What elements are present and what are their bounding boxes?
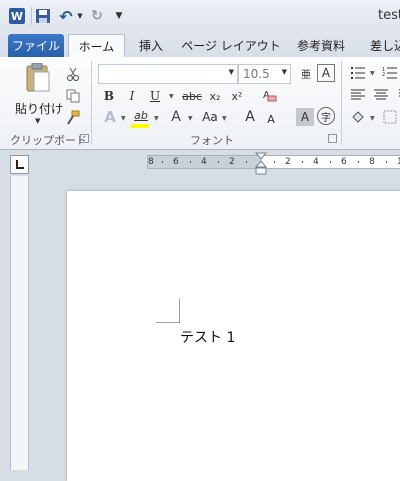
ruler-dot xyxy=(274,161,275,163)
paste-button[interactable]: 貼り付け ▼ xyxy=(10,63,68,125)
italic-button[interactable]: I xyxy=(124,87,140,105)
ruler-tick: 2 xyxy=(285,157,291,167)
left-tab-icon xyxy=(16,160,24,169)
bullets-icon[interactable] xyxy=(349,64,367,82)
ribbon-tabs: ファイル ホーム 挿入 ページ レイアウト 参考資料 差し込 xyxy=(0,30,400,59)
change-case-button[interactable]: Aa xyxy=(200,108,220,126)
format-painter-icon[interactable] xyxy=(64,109,82,127)
phonetic-guide-icon[interactable]: 亜 xyxy=(297,64,315,82)
vertical-ruler xyxy=(10,176,29,470)
underline-button[interactable]: U xyxy=(147,87,163,105)
ruler-tick: 6 xyxy=(173,157,179,167)
document-title: test xyxy=(378,8,400,23)
horizontal-ruler[interactable]: 8 6 4 2 2 4 6 8 1 xyxy=(147,155,400,169)
tab-insert[interactable]: 挿入 xyxy=(132,34,170,58)
clipboard-group-label: クリップボード xyxy=(10,134,87,147)
ribbon-home: 貼り付け ▼ クリップボード ▼ 10.5 ▼ 亜 A B I U ▼ abc … xyxy=(0,57,400,150)
highlight-dropdown-icon[interactable]: ▼ xyxy=(154,115,159,122)
ruler-dot xyxy=(246,161,247,163)
grow-font-button[interactable]: A xyxy=(242,108,258,126)
crop-mark xyxy=(156,322,180,323)
customize-toolbar-icon[interactable]: ▼ xyxy=(113,8,125,24)
toolbar-separator xyxy=(31,7,32,25)
enclose-characters-button[interactable]: 字 xyxy=(317,107,335,125)
ruler-dot xyxy=(358,161,359,163)
font-launcher-icon[interactable] xyxy=(328,134,337,143)
shrink-font-button[interactable]: A xyxy=(264,110,278,128)
tab-mailings[interactable]: 差し込 xyxy=(368,34,400,58)
underline-dropdown-icon[interactable]: ▼ xyxy=(169,93,174,100)
char-border-icon[interactable]: A xyxy=(317,64,335,82)
group-separator xyxy=(341,61,342,145)
tab-file[interactable]: ファイル xyxy=(8,34,64,58)
align-left-icon[interactable] xyxy=(349,86,367,104)
ruler-tick: 8 xyxy=(148,157,154,167)
ruler-dot xyxy=(330,161,331,163)
ruler-dot xyxy=(386,161,387,163)
ruler-tick: 4 xyxy=(313,157,319,167)
font-color-dropdown-icon[interactable]: ▼ xyxy=(188,115,193,122)
document-text[interactable]: テスト 1 xyxy=(180,327,235,347)
bullets-dropdown-icon[interactable]: ▼ xyxy=(370,70,375,77)
numbering-icon[interactable]: 12 xyxy=(381,64,399,82)
tab-references[interactable]: 参考資料 xyxy=(292,34,350,58)
bold-button[interactable]: B xyxy=(101,87,117,105)
indent-marker-icon[interactable] xyxy=(255,152,267,176)
ruler-tick: 4 xyxy=(201,157,207,167)
clipboard-icon xyxy=(26,63,50,92)
paste-dropdown-icon[interactable]: ▼ xyxy=(35,117,40,125)
align-right-icon[interactable] xyxy=(393,86,400,104)
ruler-tick: 6 xyxy=(341,157,347,167)
group-separator xyxy=(91,61,92,145)
tab-selector-button[interactable] xyxy=(10,155,29,174)
superscript-button[interactable]: x² xyxy=(228,87,246,105)
paste-label: 貼り付け xyxy=(14,102,63,116)
ruler-dot xyxy=(218,161,219,163)
subscript-button[interactable]: x₂ xyxy=(206,87,224,105)
copy-icon[interactable] xyxy=(64,87,82,105)
svg-text:2: 2 xyxy=(382,72,385,78)
ruler-dot xyxy=(190,161,191,163)
clipboard-launcher-icon[interactable] xyxy=(80,134,89,143)
highlight-button[interactable]: ab xyxy=(131,106,151,124)
cut-icon[interactable] xyxy=(64,65,82,83)
change-case-dropdown-icon[interactable]: ▼ xyxy=(222,115,227,122)
font-size-value: 10.5 xyxy=(243,67,270,81)
shading-dropdown-icon[interactable]: ▼ xyxy=(370,115,375,122)
text-effects-dropdown-icon[interactable]: ▼ xyxy=(121,115,126,122)
undo-dropdown-icon[interactable]: ▼ xyxy=(76,8,84,24)
crop-mark xyxy=(179,299,180,323)
word-logo-icon[interactable]: W xyxy=(9,8,25,24)
font-color-button[interactable]: A xyxy=(168,108,184,126)
title-bar: W ↶ ▼ ↻ ▼ test xyxy=(0,0,400,30)
strikethrough-button[interactable]: abc xyxy=(180,87,204,105)
ruler-tick: 8 xyxy=(369,157,375,167)
ruler-dot xyxy=(302,161,303,163)
ruler-area: 8 6 4 2 2 4 6 8 1 xyxy=(0,150,400,176)
tab-page-layout[interactable]: ページ レイアウト xyxy=(180,34,282,58)
font-name-combo[interactable]: ▼ xyxy=(98,64,238,84)
tab-home[interactable]: ホーム xyxy=(68,34,125,59)
font-size-combo[interactable]: 10.5 ▼ xyxy=(238,64,291,84)
ruler-tick: 2 xyxy=(229,157,235,167)
chevron-down-icon: ▼ xyxy=(281,68,287,76)
ruler-dot xyxy=(162,161,163,163)
highlight-color-swatch xyxy=(131,124,149,128)
redo-icon[interactable]: ↻ xyxy=(90,8,104,24)
clear-formatting-icon[interactable]: A xyxy=(260,86,278,104)
shading-icon[interactable] xyxy=(349,108,367,126)
char-shading-button[interactable]: A xyxy=(296,108,314,126)
undo-icon[interactable]: ↶ xyxy=(58,7,74,26)
save-icon[interactable] xyxy=(35,8,51,24)
text-effects-button[interactable]: A xyxy=(101,108,119,126)
chevron-down-icon: ▼ xyxy=(228,68,234,76)
align-center-icon[interactable] xyxy=(372,86,390,104)
font-group-label: フォント xyxy=(190,134,234,147)
borders-icon[interactable] xyxy=(381,108,399,126)
